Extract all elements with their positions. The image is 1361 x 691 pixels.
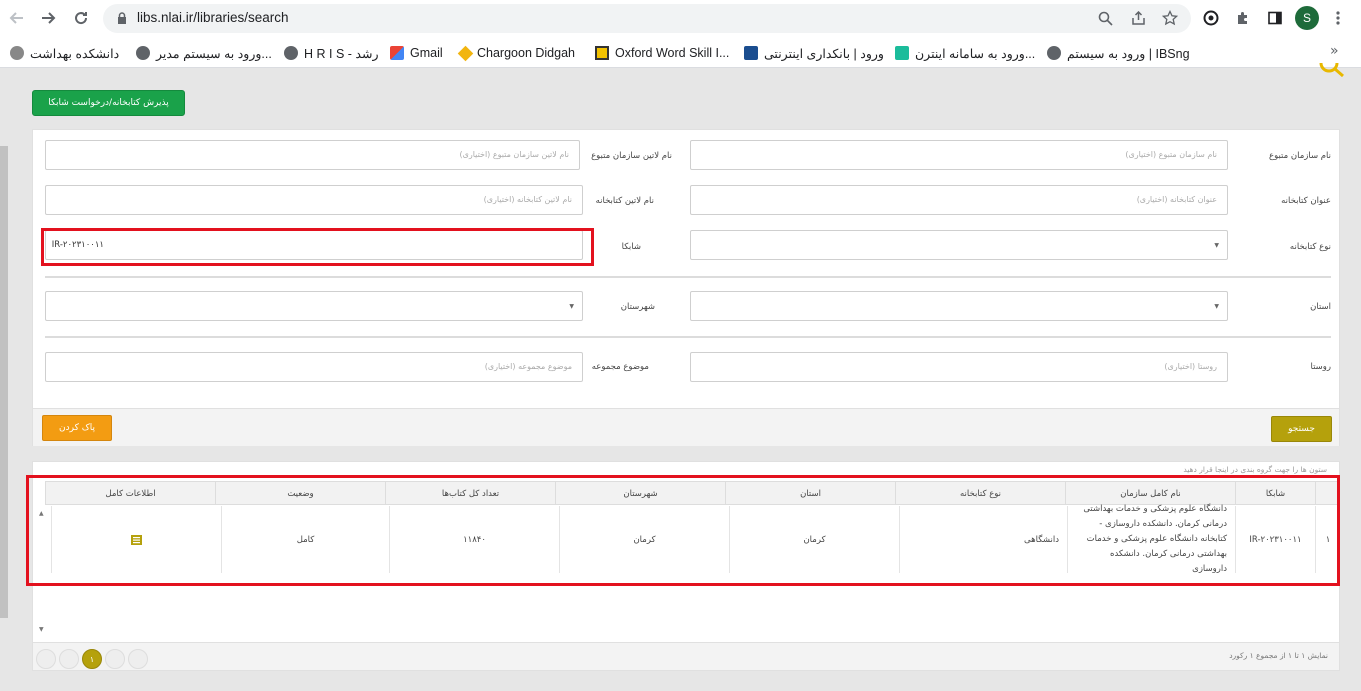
shabka-cell: IR-۲۰۲۳۱۰۰۱۱ <box>1235 506 1315 573</box>
results-grid: ستون ها را جهت گروه بندی در اینجا قرار د… <box>32 461 1340 671</box>
scrollbar-thumb[interactable] <box>0 146 8 618</box>
org-latin-label: نام لاتین سازمان متبوع <box>591 151 672 161</box>
lib-type-select[interactable]: ▼ <box>690 230 1228 260</box>
search-magnifier-icon <box>1315 53 1345 80</box>
full-name-cell: دانشگاه علوم پزشکی و خدمات بهداشتی درمان… <box>1067 504 1235 574</box>
lib-type-label: نوع کتابخانه <box>1289 242 1331 252</box>
chargoon-logo-icon <box>457 45 474 61</box>
province-select[interactable]: ▼ <box>690 291 1228 321</box>
bookmark-hris[interactable]: H R I S - رشد <box>284 45 378 61</box>
col-province[interactable]: استان <box>725 482 895 505</box>
bookmark-health-faculty[interactable]: دانشکده بهداشت <box>10 45 119 61</box>
globe-icon <box>284 46 298 60</box>
gmail-icon <box>390 46 404 60</box>
search-form: نام سازمان متبوع نام سازمان متبوع (اختیا… <box>32 129 1340 446</box>
row-index-cell: ۱ <box>1315 506 1340 573</box>
bookmark-star-icon[interactable] <box>1161 9 1179 27</box>
details-list-icon[interactable] <box>131 534 142 545</box>
bank-logo-icon <box>744 46 758 60</box>
globe-icon <box>136 46 150 60</box>
col-lib-type[interactable]: نوع کتابخانه <box>895 482 1065 505</box>
shabka-label: شابکا <box>621 242 641 252</box>
pager-last[interactable] <box>128 649 148 669</box>
status-cell: کامل <box>221 506 389 573</box>
col-status[interactable]: وضعیت <box>215 482 385 505</box>
chevron-down-icon: ▼ <box>569 303 574 310</box>
bookmarks-overflow-icon[interactable]: » <box>1330 43 1339 59</box>
bookmark-gmail[interactable]: Gmail <box>390 45 443 61</box>
bookmark-internet-banking[interactable]: ورود | بانکداری اینترنتی <box>744 45 884 61</box>
lib-title-input[interactable]: عنوان کتابخانه (اختیاری) <box>690 185 1228 215</box>
pager-first[interactable] <box>36 649 56 669</box>
scroll-up-icon[interactable]: ▲ <box>39 510 44 517</box>
globe-icon <box>1047 46 1061 60</box>
pager-next[interactable] <box>105 649 125 669</box>
bookmark-internet-portal[interactable]: ورود به سامانه اینترن... <box>895 45 1035 61</box>
province-label: استان <box>1310 302 1331 312</box>
city-label: شهرستان <box>620 302 655 312</box>
pager-page-current[interactable]: ۱ <box>82 649 102 669</box>
address-bar[interactable]: libs.nlai.ir/libraries/search <box>103 4 1191 33</box>
scroll-down-icon[interactable]: ▼ <box>39 626 44 633</box>
zoom-icon[interactable] <box>1096 9 1114 27</box>
city-select[interactable]: ▼ <box>45 291 583 321</box>
oxford-logo-icon <box>595 46 609 60</box>
col-total-books[interactable]: تعداد کل کتاب‌ها <box>385 482 555 505</box>
back-icon[interactable] <box>6 7 28 29</box>
collection-subject-label: موضوع مجموعه <box>591 362 649 372</box>
grid-pager: ۱ نمایش ۱ تا ۱ از مجموع ۱ رکورد <box>33 642 1339 670</box>
shabka-input[interactable]: IR-۲۰۲۳۱۰۰۱۱ <box>45 230 583 260</box>
org-name-label: نام سازمان متبوع <box>1269 151 1331 161</box>
bookmark-chargoon[interactable]: Chargoon Didgah <box>457 45 575 61</box>
collection-subject-input[interactable]: موضوع مجموعه (اختیاری) <box>45 352 583 382</box>
gear-logo-icon <box>10 46 24 60</box>
table-row[interactable]: کامل ۱۱۸۴۰ کرمان کرمان دانشگاهی دانشگاه … <box>45 504 1340 574</box>
province-cell: کرمان <box>729 506 899 573</box>
reload-icon[interactable] <box>70 7 92 29</box>
share-icon[interactable] <box>1129 9 1147 27</box>
approve-library-button[interactable]: پذیرش کتابخانه/درخواست شابکا <box>32 90 185 116</box>
paging-info: نمایش ۱ تا ۱ از مجموع ۱ رکورد <box>1229 651 1328 660</box>
kebab-menu-icon[interactable] <box>1328 8 1348 28</box>
url-text: libs.nlai.ir/libraries/search <box>137 10 289 25</box>
bookmark-management-system[interactable]: ورود به سیستم مدیر... <box>136 45 272 61</box>
city-cell: کرمان <box>559 506 729 573</box>
col-shabka[interactable]: شابکا <box>1235 482 1315 505</box>
wave-logo-icon <box>895 46 909 60</box>
browser-toolbar: libs.nlai.ir/libraries/search S <box>0 0 1361 37</box>
bookmarks-bar: ورود به سیستم | IBSng ورود به سامانه این… <box>0 37 1361 68</box>
col-full-info[interactable]: اطلاعات کامل <box>45 482 215 505</box>
chevron-down-icon: ▼ <box>1214 242 1219 249</box>
village-input[interactable]: روستا (اختیاری) <box>690 352 1228 382</box>
col-city[interactable]: شهرستان <box>555 482 725 505</box>
forward-icon[interactable] <box>37 7 59 29</box>
lib-title-label: عنوان کتابخانه <box>1281 196 1331 206</box>
extensions-puzzle-icon[interactable] <box>1233 8 1253 28</box>
lib-latin-label: نام لاتین کتابخانه <box>595 196 654 206</box>
chevron-down-icon: ▼ <box>1214 303 1219 310</box>
total-books-cell: ۱۱۸۴۰ <box>389 506 559 573</box>
pager-prev[interactable] <box>59 649 79 669</box>
org-latin-input[interactable]: نام لاتین سازمان متبوع (اختیاری) <box>45 140 580 170</box>
divider <box>45 336 1331 338</box>
lib-type-cell: دانشگاهی <box>899 506 1067 573</box>
col-index <box>1315 482 1340 505</box>
divider <box>45 276 1331 278</box>
form-actions: جستجو پاک کردن <box>33 408 1339 446</box>
profile-avatar[interactable]: S <box>1295 6 1319 30</box>
lock-icon <box>118 12 126 24</box>
extension-shield-icon[interactable] <box>1201 8 1221 28</box>
full-info-cell[interactable] <box>51 506 221 573</box>
group-by-hint: ستون ها را جهت گروه بندی در اینجا قرار د… <box>1183 465 1327 474</box>
lib-latin-input[interactable]: نام لاتین کتابخانه (اختیاری) <box>45 185 583 215</box>
search-button[interactable]: جستجو <box>1271 416 1332 442</box>
clear-button[interactable]: پاک کردن <box>42 415 112 441</box>
village-label: روستا <box>1310 362 1332 372</box>
bookmark-ibsng[interactable]: ورود به سیستم | IBSng <box>1047 45 1190 61</box>
org-name-input[interactable]: نام سازمان متبوع (اختیاری) <box>690 140 1228 170</box>
bookmark-oxford[interactable]: Oxford Word Skill I... <box>595 45 729 61</box>
side-panel-icon[interactable] <box>1265 8 1285 28</box>
